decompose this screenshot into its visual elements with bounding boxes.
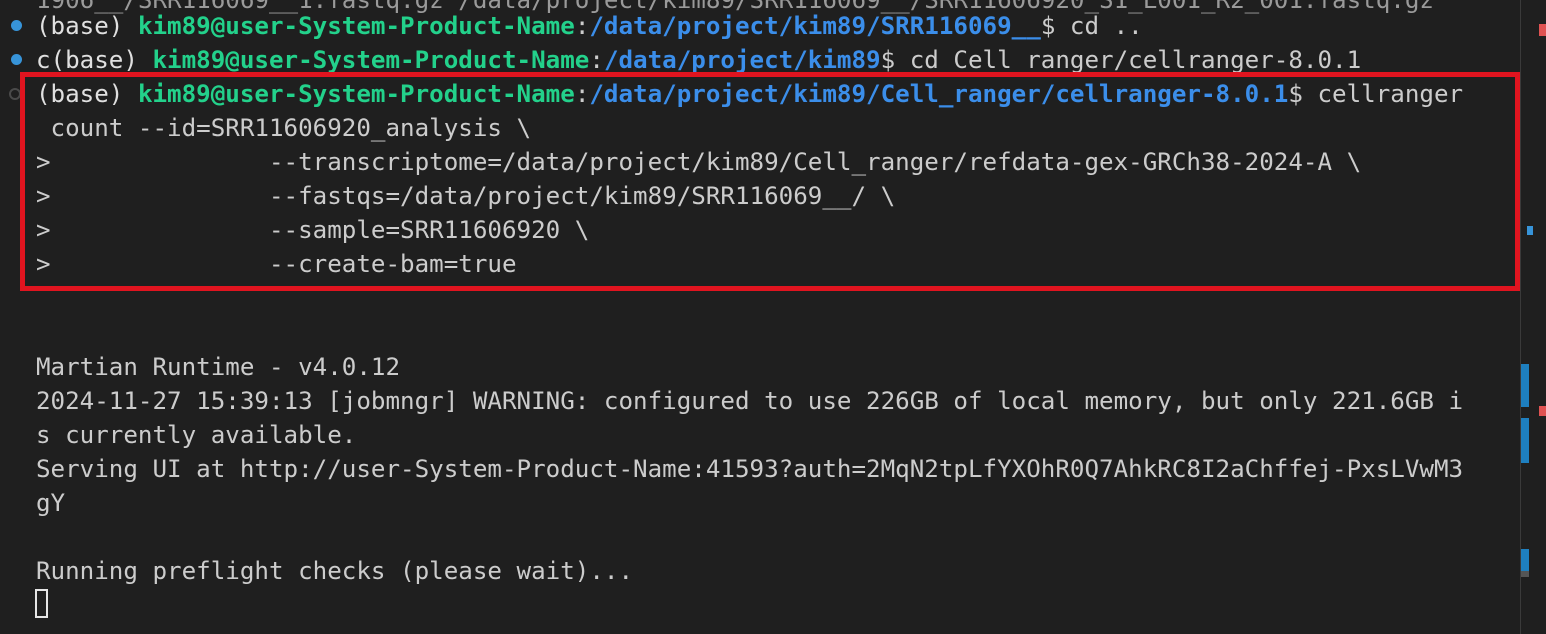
- env-prefix: (base): [36, 12, 138, 40]
- output-line: 2024-11-27 15:39:13 [jobmngr] WARNING: c…: [36, 387, 1464, 415]
- output-line: gY: [36, 489, 66, 517]
- scrollbar-marker: [1527, 226, 1533, 235]
- scrollbar-marker: [1521, 418, 1529, 463]
- current-path: /data/project/kim89: [603, 46, 881, 74]
- terminal-panel[interactable]: 1906__/SRR116069__1.fastq.gz /data/proje…: [0, 0, 1546, 634]
- scrollbar-marker: [1521, 364, 1529, 407]
- output-line: Serving UI at http://user-System-Product…: [36, 455, 1464, 483]
- scrollbar-marker: [1539, 24, 1546, 36]
- command-success-dot-icon[interactable]: [11, 20, 22, 31]
- terminal-cursor: [35, 589, 48, 618]
- output-line: Running preflight checks (please wait)..…: [36, 557, 634, 585]
- command-text: $ cd Cell_ranger/cellranger-8.0.1: [880, 46, 1362, 74]
- scrollbar-marker: [1521, 549, 1529, 571]
- command-text: $ cd ..: [1040, 12, 1143, 40]
- user-host: kim89@user-System-Product-Name: [152, 46, 590, 74]
- command-success-dot-icon[interactable]: [11, 54, 22, 65]
- prompt-separator: :: [589, 46, 604, 74]
- current-path: /data/project/kim89/SRR116069__: [589, 12, 1041, 40]
- output-line: s currently available.: [36, 421, 357, 449]
- prompt-separator: :: [574, 12, 590, 40]
- terminal-scrollbar[interactable]: [1520, 0, 1546, 634]
- output-line: Martian Runtime - v4.0.12: [36, 353, 401, 381]
- scrollbar-marker: [1539, 406, 1546, 416]
- highlight-annotation-box: [20, 72, 1520, 291]
- prompt-line: (base) kim89@user-System-Product-Name:/d…: [36, 9, 1143, 43]
- user-host: kim89@user-System-Product-Name: [137, 12, 575, 40]
- scrollbar-marker: [1521, 571, 1529, 577]
- env-prefix: c(base): [36, 46, 153, 74]
